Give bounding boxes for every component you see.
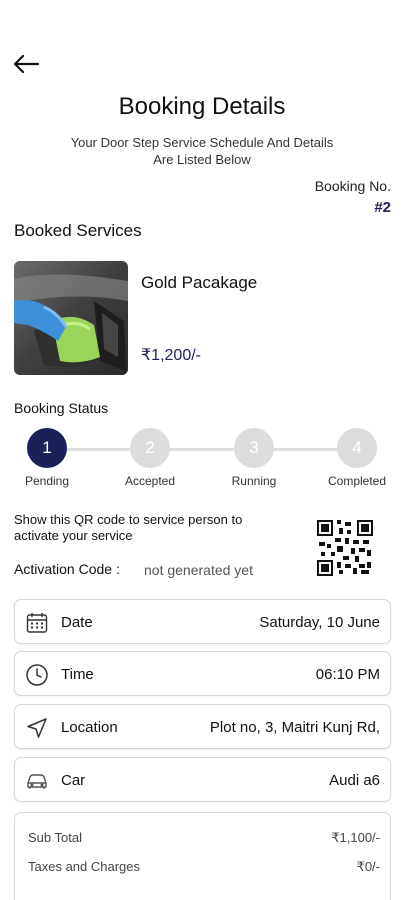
taxes-label: Taxes and Charges bbox=[28, 859, 141, 874]
car-card: Car Audi a6 bbox=[14, 757, 391, 802]
location-value: Plot no, 3, Maitri Kunj Rd, bbox=[209, 719, 380, 736]
booking-status-heading: Booking Status bbox=[14, 400, 109, 416]
step-circle: 1 bbox=[27, 428, 67, 468]
step-circle: 2 bbox=[130, 428, 170, 468]
back-button[interactable] bbox=[12, 50, 44, 78]
car-value: Audi a6 bbox=[329, 772, 380, 789]
step-circle: 3 bbox=[234, 428, 274, 468]
booking-details-screen: Booking Details Your Door Step Service S… bbox=[0, 0, 404, 900]
location-card: Location Plot no, 3, Maitri Kunj Rd, bbox=[14, 704, 391, 749]
arrow-left-icon bbox=[13, 54, 40, 74]
activation-code-value: not generated yet bbox=[144, 562, 253, 578]
activation-code-label: Activation Code : bbox=[14, 561, 120, 577]
subtotal-value: ₹1,100/- bbox=[331, 830, 380, 845]
step-label: Accepted bbox=[124, 474, 176, 488]
location-arrow-icon bbox=[25, 716, 49, 740]
car-label: Car bbox=[61, 772, 86, 789]
step-label: Completed bbox=[327, 474, 387, 488]
booked-services-heading: Booked Services bbox=[14, 221, 142, 240]
status-stepper: 1 Pending 2 Accepted 3 Running 4 Complet… bbox=[0, 428, 404, 492]
stepper-track bbox=[47, 448, 357, 451]
subtotal-row: Sub Total ₹1,100/- bbox=[28, 830, 380, 845]
car-icon bbox=[25, 769, 49, 793]
calendar-icon bbox=[25, 611, 49, 635]
step-pending: 1 Pending bbox=[2, 428, 92, 488]
service-price: ₹1,200/- bbox=[141, 347, 201, 364]
page-title: Booking Details bbox=[118, 93, 286, 120]
page-subtitle: Your Door Step Service Schedule And Deta… bbox=[70, 135, 334, 167]
taxes-row: Taxes and Charges ₹0/- bbox=[28, 859, 380, 874]
service-name: Gold Pacakage bbox=[141, 273, 258, 292]
time-card: Time 06:10 PM bbox=[14, 651, 391, 696]
date-value: Saturday, 10 June bbox=[259, 614, 380, 631]
step-label: Running bbox=[231, 474, 277, 488]
clock-icon bbox=[25, 663, 49, 687]
qr-code[interactable] bbox=[317, 520, 373, 576]
date-label: Date bbox=[61, 614, 93, 631]
step-accepted: 2 Accepted bbox=[105, 428, 195, 488]
time-value: 06:10 PM bbox=[315, 666, 380, 683]
step-completed: 4 Completed bbox=[312, 428, 402, 488]
step-circle: 4 bbox=[337, 428, 377, 468]
date-card: Date Saturday, 10 June bbox=[14, 599, 391, 644]
qr-instruction: Show this QR code to service person to a… bbox=[14, 512, 243, 543]
location-label: Location bbox=[61, 719, 118, 736]
service-image bbox=[14, 261, 128, 375]
price-summary: Sub Total ₹1,100/- Taxes and Charges ₹0/… bbox=[14, 812, 391, 900]
taxes-value: ₹0/- bbox=[356, 859, 380, 874]
step-label: Pending bbox=[24, 474, 70, 488]
time-label: Time bbox=[61, 666, 94, 683]
step-running: 3 Running bbox=[209, 428, 299, 488]
subtotal-label: Sub Total bbox=[28, 830, 82, 845]
booking-number-label: Booking No. bbox=[314, 178, 391, 194]
booking-number-value: #2 bbox=[374, 199, 391, 216]
